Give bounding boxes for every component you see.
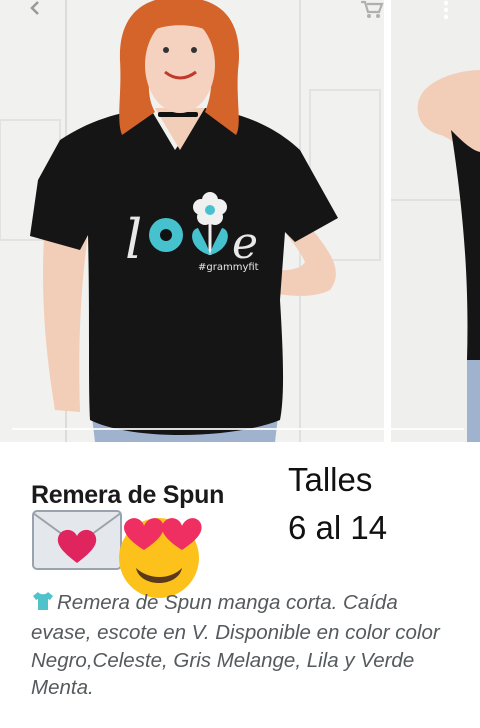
model-photo: l e #grammyfit <box>0 0 384 442</box>
love-letter-emoji-icon <box>31 505 123 580</box>
photo-separator <box>384 0 391 442</box>
back-icon[interactable] <box>28 0 56 20</box>
model-photo-partial <box>391 0 480 442</box>
svg-text:l: l <box>125 208 142 271</box>
gallery-indicator <box>12 428 464 430</box>
svg-text:#grammyfit: #grammyfit <box>198 262 259 273</box>
sizes-heading: Talles <box>288 461 373 498</box>
sizes-range: 6 al 14 <box>288 509 388 546</box>
product-photo-main[interactable]: l e #grammyfit <box>0 0 384 442</box>
sizes-label: Talles 6 al 14 <box>288 456 468 552</box>
product-photo-next[interactable] <box>391 0 480 442</box>
description-text: Remera de Spun manga corta. Caída evase,… <box>31 591 440 700</box>
tshirt-icon <box>31 591 55 619</box>
cart-icon[interactable] <box>359 0 387 20</box>
more-vert-icon[interactable] <box>436 0 464 20</box>
image-gallery[interactable]: l e #grammyfit <box>0 0 480 442</box>
product-description: Remera de Spun manga corta. Caída evase,… <box>31 589 461 702</box>
